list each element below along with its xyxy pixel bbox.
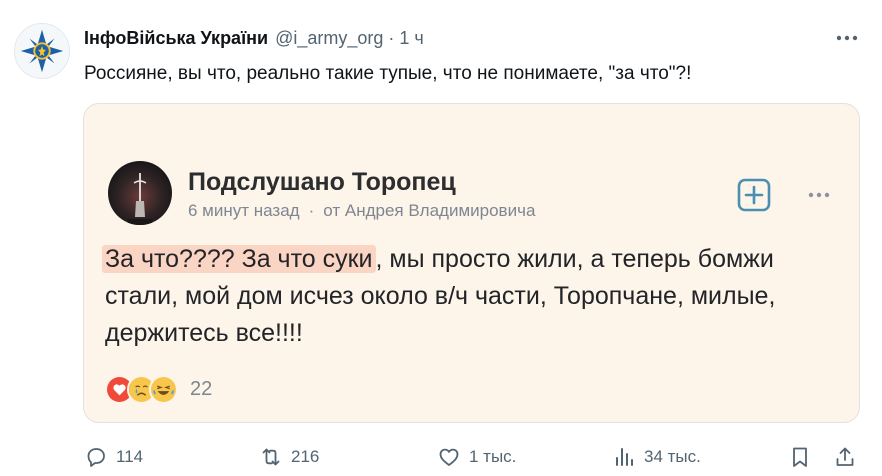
- post-meta: 6 минут назад · от Андрея Владимировича: [188, 201, 535, 221]
- heart-icon: [439, 448, 459, 466]
- share-button[interactable]: [833, 438, 857, 476]
- views-button[interactable]: 34 тыс.: [612, 438, 701, 476]
- more-dots-icon: [836, 35, 858, 41]
- repost-button[interactable]: 216: [259, 438, 319, 476]
- reply-button[interactable]: 114: [84, 438, 143, 476]
- community-name: Подслушано Торопец: [188, 168, 456, 196]
- reactions-row: 22: [105, 372, 212, 406]
- tweet-time[interactable]: 1 ч: [399, 28, 423, 49]
- add-square-icon: [737, 178, 771, 212]
- author-name[interactable]: ІнфоВійська України: [84, 28, 268, 49]
- views-chart-icon: [616, 448, 633, 466]
- share-icon: [836, 447, 854, 466]
- bookmark-button[interactable]: [788, 438, 812, 476]
- like-count: 1 тыс.: [469, 447, 517, 466]
- tweet-action-bar: 114 216 1 тыс. 34 тыс.: [0, 438, 882, 476]
- post-body: За что???? За что суки, мы просто жили, …: [102, 241, 845, 352]
- laughing-tears-emoji-icon: [149, 374, 178, 404]
- bookmark-icon: [793, 447, 807, 467]
- highlighted-text: За что???? За что суки: [102, 245, 376, 273]
- card-more-dots-icon: [802, 185, 836, 205]
- tweet-header: ІнфоВійська України @i_army_org · 1 ч: [84, 26, 424, 50]
- reactions-count: 22: [190, 377, 213, 400]
- reply-count: 114: [116, 447, 144, 466]
- post-time: 6 минут назад: [188, 201, 300, 220]
- ukraine-army-emblem-icon: [15, 24, 69, 78]
- like-button[interactable]: 1 тыс.: [437, 438, 516, 476]
- embedded-post-image[interactable]: Подслушано Торопец 6 минут назад · от Ан…: [83, 103, 860, 423]
- community-avatar-image-icon: [108, 161, 172, 225]
- meta-separator: ·: [308, 201, 315, 220]
- header-separator: ·: [388, 27, 395, 48]
- community-avatar: [108, 161, 172, 225]
- reply-icon: [87, 448, 105, 467]
- tweet-text: Россияне, вы что, реально такие тупые, ч…: [84, 63, 692, 84]
- more-options-button[interactable]: [834, 28, 860, 48]
- author-avatar[interactable]: [14, 23, 70, 79]
- repost-icon: [262, 448, 280, 466]
- author-handle[interactable]: @i_army_org: [275, 28, 383, 49]
- views-count: 34 тыс.: [644, 447, 701, 466]
- repost-count: 216: [291, 447, 320, 466]
- post-source: от Андрея Владимировича: [323, 201, 536, 220]
